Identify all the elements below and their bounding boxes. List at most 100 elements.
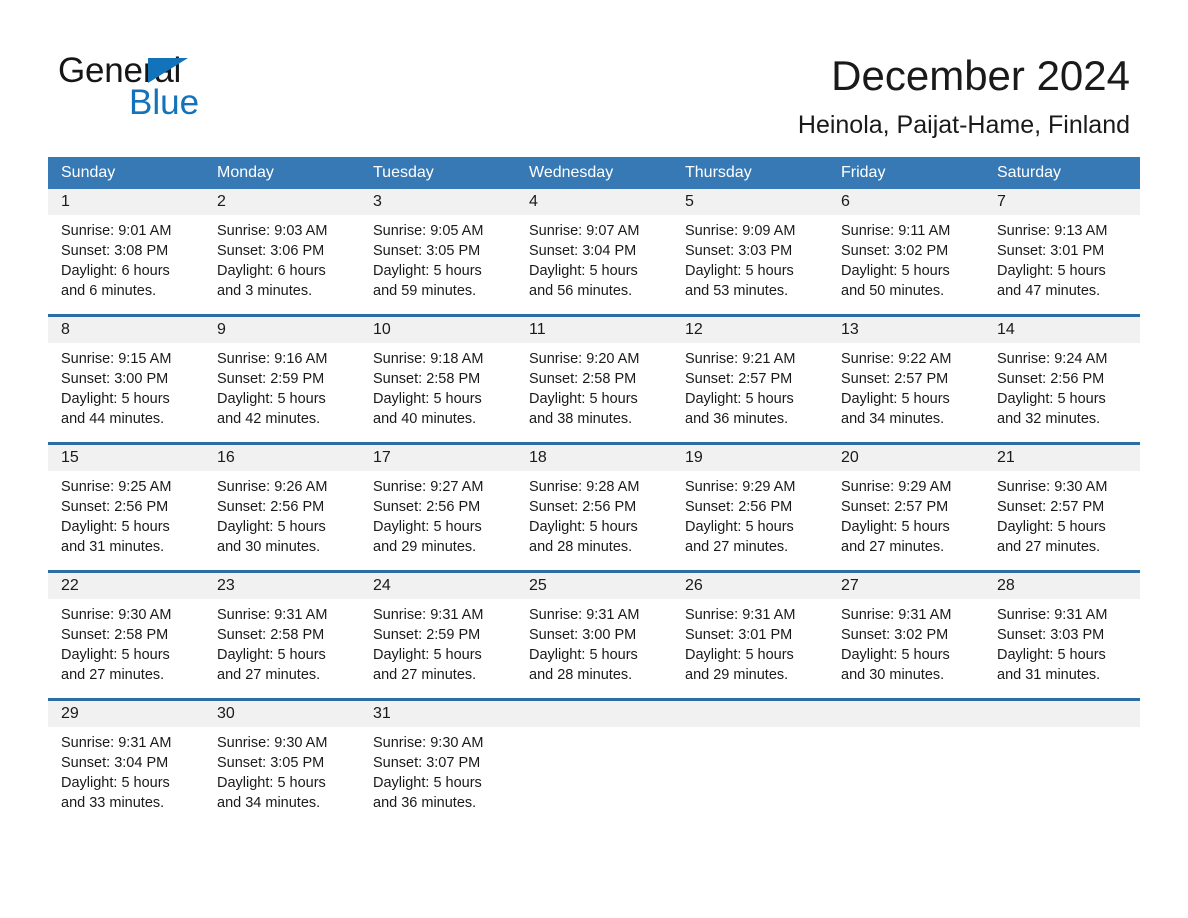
day-daylight2-text: and 30 minutes. [841,667,945,683]
day-number-10[interactable]: 10 [360,317,516,343]
day-cell-23[interactable]: Sunrise: 9:31 AM Sunset: 2:58 PM Daylight:… [204,599,360,683]
day-cell-15[interactable]: Sunrise: 9:25 AM Sunset: 2:56 PM Daylight:… [48,471,204,555]
day-number-empty [516,701,672,727]
day-cell-10[interactable]: Sunrise: 9:18 AM Sunset: 2:58 PM Daylight:… [360,343,516,427]
day-cell-11[interactable]: Sunrise: 9:20 AM Sunset: 2:58 PM Daylight:… [516,343,672,427]
day-number-27[interactable]: 27 [828,573,984,599]
day-daylight1-text: Daylight: 5 hours [373,263,482,279]
day-cell-4[interactable]: Sunrise: 9:07 AM Sunset: 3:04 PM Daylight:… [516,215,672,299]
day-daylight2-text: and 27 minutes. [61,667,165,683]
day-cell-empty [828,727,984,810]
day-number-24[interactable]: 24 [360,573,516,599]
day-sunrise-text: Sunrise: 9:29 AM [841,479,952,495]
day-sunset-text: Sunset: 3:08 PM [61,243,169,259]
day-number-5[interactable]: 5 [672,189,828,215]
day-cell-28[interactable]: Sunrise: 9:31 AM Sunset: 3:03 PM Daylight:… [984,599,1140,683]
day-sunset-text: Sunset: 2:56 PM [217,499,325,515]
calendar-week-row: 1 2 3 4 5 6 7 Sunrise: 9:01 AM Sunset: 3:08 PM Da… [48,189,1140,299]
day-daylight1-text: Daylight: 5 hours [373,519,482,535]
day-number-30[interactable]: 30 [204,701,360,727]
day-sunset-text: Sunset: 3:05 PM [217,755,325,771]
day-cell-14[interactable]: Sunrise: 9:24 AM Sunset: 2:56 PM Daylight:… [984,343,1140,427]
day-cell-6[interactable]: Sunrise: 9:11 AM Sunset: 3:02 PM Daylight:… [828,215,984,299]
day-sunrise-text: Sunrise: 9:26 AM [217,479,328,495]
day-cell-26[interactable]: Sunrise: 9:31 AM Sunset: 3:01 PM Daylight:… [672,599,828,683]
day-detail-band: Sunrise: 9:30 AM Sunset: 2:58 PM Daylight:… [48,599,1140,683]
day-cell-27[interactable]: Sunrise: 9:31 AM Sunset: 3:02 PM Daylight:… [828,599,984,683]
day-number-band: 1234567 [48,189,1140,215]
day-number-31[interactable]: 31 [360,701,516,727]
day-number-19[interactable]: 19 [672,445,828,471]
day-cell-3[interactable]: Sunrise: 9:05 AM Sunset: 3:05 PM Daylight:… [360,215,516,299]
day-daylight2-text: and 27 minutes. [373,667,477,683]
day-number-6[interactable]: 6 [828,189,984,215]
day-cell-9[interactable]: Sunrise: 9:16 AM Sunset: 2:59 PM Daylight:… [204,343,360,427]
day-cell-18[interactable]: Sunrise: 9:28 AM Sunset: 2:56 PM Daylight:… [516,471,672,555]
day-sunrise-text: Sunrise: 9:31 AM [373,607,484,623]
day-cell-31[interactable]: Sunrise: 9:30 AM Sunset: 3:07 PM Daylight:… [360,727,516,811]
day-sunset-text: Sunset: 3:02 PM [841,243,949,259]
day-number-8[interactable]: 8 [48,317,204,343]
day-number-3[interactable]: 3 [360,189,516,215]
day-daylight1-text: Daylight: 5 hours [529,391,638,407]
day-cell-16[interactable]: Sunrise: 9:26 AM Sunset: 2:56 PM Daylight:… [204,471,360,555]
day-cell-17[interactable]: Sunrise: 9:27 AM Sunset: 2:56 PM Daylight:… [360,471,516,555]
day-number-band: 8 9 10 11 12 13 14 [48,317,1140,343]
day-cell-22[interactable]: Sunrise: 9:30 AM Sunset: 2:58 PM Daylight:… [48,599,204,683]
day-daylight2-text: and 44 minutes. [61,411,165,427]
day-number-band: 22 23 24 25 26 27 28 [48,573,1140,599]
day-number-20[interactable]: 20 [828,445,984,471]
day-number-1[interactable]: 1 [48,189,204,215]
day-cell-8[interactable]: Sunrise: 9:15 AM Sunset: 3:00 PM Daylight:… [48,343,204,427]
day-daylight1-text: Daylight: 5 hours [61,519,170,535]
day-cell-20[interactable]: Sunrise: 9:29 AM Sunset: 2:57 PM Daylight:… [828,471,984,555]
day-number-empty [984,701,1140,727]
day-cell-21[interactable]: Sunrise: 9:30 AM Sunset: 2:57 PM Daylight:… [984,471,1140,555]
page-title: December 2024 [831,52,1130,99]
day-daylight2-text: and 32 minutes. [997,411,1101,427]
day-cell-25[interactable]: Sunrise: 9:31 AM Sunset: 3:00 PM Daylight:… [516,599,672,683]
day-cell-19[interactable]: Sunrise: 9:29 AM Sunset: 2:56 PM Daylight:… [672,471,828,555]
day-cell-1[interactable]: Sunrise: 9:01 AM Sunset: 3:08 PM Daylight:… [48,215,204,299]
day-cell-2[interactable]: Sunrise: 9:03 AM Sunset: 3:06 PM Daylight:… [204,215,360,299]
day-number-26[interactable]: 26 [672,573,828,599]
day-sunset-text: Sunset: 2:56 PM [997,371,1105,387]
brand-logo[interactable]: General Blue [58,52,318,124]
day-number-15[interactable]: 15 [48,445,204,471]
day-daylight1-text: Daylight: 5 hours [997,391,1106,407]
day-cell-12[interactable]: Sunrise: 9:21 AM Sunset: 2:57 PM Daylight:… [672,343,828,427]
day-daylight1-text: Daylight: 5 hours [997,647,1106,663]
day-number-22[interactable]: 22 [48,573,204,599]
day-number-17[interactable]: 17 [360,445,516,471]
day-number-4[interactable]: 4 [516,189,672,215]
day-cell-7[interactable]: Sunrise: 9:13 AM Sunset: 3:01 PM Daylight:… [984,215,1140,299]
day-sunrise-text: Sunrise: 9:22 AM [841,351,952,367]
day-number-23[interactable]: 23 [204,573,360,599]
day-cell-30[interactable]: Sunrise: 9:30 AM Sunset: 3:05 PM Daylight:… [204,727,360,811]
day-daylight2-text: and 31 minutes. [61,539,165,555]
day-sunset-text: Sunset: 3:04 PM [529,243,637,259]
day-number-14[interactable]: 14 [984,317,1140,343]
day-number-21[interactable]: 21 [984,445,1140,471]
day-cell-29[interactable]: Sunrise: 9:31 AM Sunset: 3:04 PM Daylight:… [48,727,204,811]
day-number-2[interactable]: 2 [204,189,360,215]
day-number-28[interactable]: 28 [984,573,1140,599]
day-number-13[interactable]: 13 [828,317,984,343]
day-number-7[interactable]: 7 [984,189,1140,215]
day-number-25[interactable]: 25 [516,573,672,599]
day-daylight2-text: and 59 minutes. [373,283,477,299]
day-cell-13[interactable]: Sunrise: 9:22 AM Sunset: 2:57 PM Daylight:… [828,343,984,427]
day-daylight1-text: Daylight: 5 hours [841,263,950,279]
day-sunset-text: Sunset: 3:07 PM [373,755,481,771]
day-daylight1-text: Daylight: 5 hours [217,775,326,791]
day-number-16[interactable]: 16 [204,445,360,471]
day-daylight2-text: and 29 minutes. [373,539,477,555]
day-cell-24[interactable]: Sunrise: 9:31 AM Sunset: 2:59 PM Daylight:… [360,599,516,683]
day-number-11[interactable]: 11 [516,317,672,343]
day-number-18[interactable]: 18 [516,445,672,471]
day-sunset-text: Sunset: 2:59 PM [373,627,481,643]
day-cell-5[interactable]: Sunrise: 9:09 AM Sunset: 3:03 PM Daylight:… [672,215,828,299]
day-number-12[interactable]: 12 [672,317,828,343]
day-number-9[interactable]: 9 [204,317,360,343]
day-number-29[interactable]: 29 [48,701,204,727]
